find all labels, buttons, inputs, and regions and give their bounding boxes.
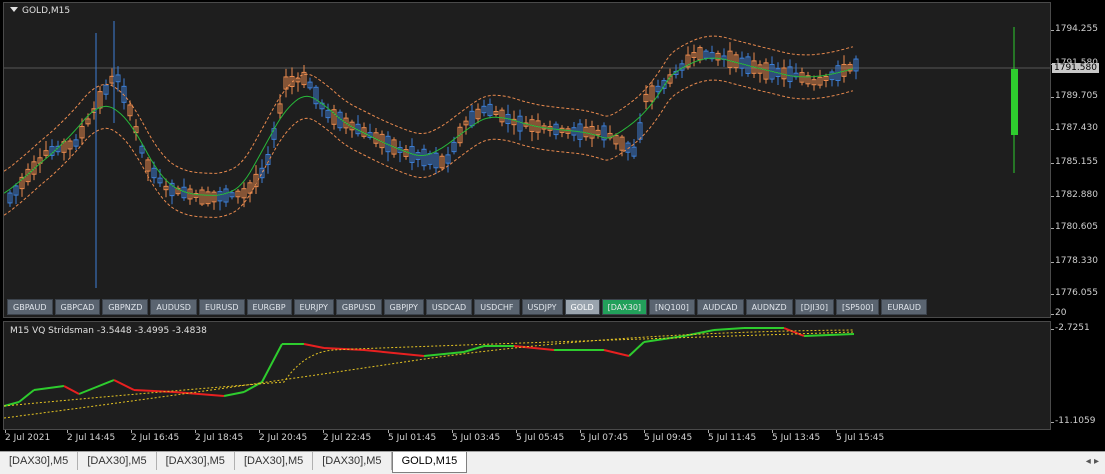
indicator-pane[interactable]: M15 VQ Stridsman -3.5448 -3.4995 -3.4838 [3,321,1051,430]
indicator-up-line [4,327,855,407]
current-price-label: 1791.580 [1052,63,1099,73]
price-tick: 1782.880 [1051,190,1098,200]
indicator-plot[interactable] [4,322,1050,429]
candles-group [7,42,859,211]
chevron-down-icon[interactable] [10,7,18,12]
symbol-button[interactable]: GBPAUD [7,299,53,315]
indicator-signal-line-1 [4,329,855,419]
time-label: 2 Jul 2021 [5,430,51,443]
chart-tab[interactable]: [DAX30],M5 [235,452,314,470]
symbol-button[interactable]: [DAX30] [601,299,648,315]
indicator-down-line [63,327,805,397]
indicator-signal-line-2 [4,331,855,407]
symbol-button[interactable]: EURGBP [246,299,292,315]
symbol-button[interactable]: GBPCAD [54,299,101,315]
price-tick: 1785.155 [1051,157,1098,167]
time-label: 2 Jul 22:45 [323,430,372,443]
price-tick: 1778.330 [1051,256,1098,266]
chart-title[interactable]: GOLD,M15 [10,6,70,16]
indicator-label: M15 VQ Stridsman -3.5448 -3.4995 -3.4838 [10,326,207,336]
symbol-button[interactable]: EURUSD [198,299,245,315]
moving-average-line [4,57,854,196]
time-label: 5 Jul 01:45 [388,430,437,443]
symbol-button[interactable]: GBPJPY [383,299,424,315]
symbol-button[interactable]: USDCHF [474,299,520,315]
price-tick: 1789.705 [1051,91,1098,101]
time-axis: 2 Jul 2021 2 Jul 14:45 2 Jul 16:45 2 Jul 18… [3,430,1051,450]
chart-tab[interactable]: [DAX30],M5 [78,452,157,470]
time-label: 5 Jul 09:45 [644,430,693,443]
symbol-button[interactable]: AUDUSD [150,299,197,315]
time-label: 2 Jul 16:45 [131,430,180,443]
price-tick: 1787.430 [1051,123,1098,133]
time-label: 5 Jul 13:45 [772,430,821,443]
indicator-axis-top: -2.7251 [1051,323,1090,333]
candlestick-plot[interactable] [4,3,1050,317]
time-label: 2 Jul 18:45 [195,430,244,443]
symbol-button[interactable]: EURAUD [881,299,928,315]
chart-tab[interactable]: GOLD,M15 [391,452,468,473]
time-label: 2 Jul 20:45 [259,430,308,443]
price-tick: 1780.605 [1051,222,1098,232]
symbol-button[interactable]: GBPUSD [335,299,382,315]
symbol-button[interactable]: USDCAD [425,299,473,315]
symbol-button[interactable]: GBPNZD [102,299,149,315]
tab-scroll-arrows[interactable]: ◂ ▸ [1086,456,1099,467]
price-chart-pane[interactable]: GOLD,M15 GBPAUD GBPCAD GBPNZD AUDUSD EURUSD E… [3,2,1051,318]
price-tick: 1794.255 [1051,24,1098,34]
indicator-axis-bottom: -11.1059 [1050,416,1096,426]
symbol-button[interactable]: [NQ100] [649,299,695,315]
price-tick: 1776.055 [1051,288,1098,298]
chart-tab[interactable]: [DAX30],M5 [0,452,79,470]
symbol-button[interactable]: AUDCAD [696,299,744,315]
symbol-button[interactable]: EURJPY [293,299,334,315]
time-label: 5 Jul 03:45 [452,430,501,443]
time-label: 5 Jul 15:45 [836,430,885,443]
symbol-button[interactable]: AUDNZD [745,299,793,315]
range-bar-body [1011,69,1018,135]
time-label: 5 Jul 07:45 [580,430,629,443]
price-axis[interactable]: 1794.255 1791.580 1789.705 1787.430 1785.155… [1051,2,1105,318]
symbol-switcher-bar: GBPAUD GBPCAD GBPNZD AUDUSD EURUSD EURGBP EURJ… [7,299,1007,319]
symbol-button[interactable]: [SP500] [836,299,880,315]
symbol-button[interactable]: GOLD [564,299,600,315]
symbol-button[interactable]: [DJI30] [794,299,834,315]
lower-band-line [4,79,854,218]
time-label: 5 Jul 11:45 [708,430,757,443]
chart-tabs: [DAX30],M5 [DAX30],M5 [DAX30],M5 [DAX30],M5… [0,451,1105,474]
indicator-axis[interactable]: 20 -2.7251 -11.1059 [1050,308,1105,430]
chart-tab[interactable]: [DAX30],M5 [313,452,392,470]
indicator-top-value: 20 [1050,308,1067,318]
time-label: 2 Jul 14:45 [67,430,116,443]
symbol-button[interactable]: USDJPY [521,299,563,315]
time-label: 5 Jul 05:45 [516,430,565,443]
chart-tab[interactable]: [DAX30],M5 [157,452,235,470]
